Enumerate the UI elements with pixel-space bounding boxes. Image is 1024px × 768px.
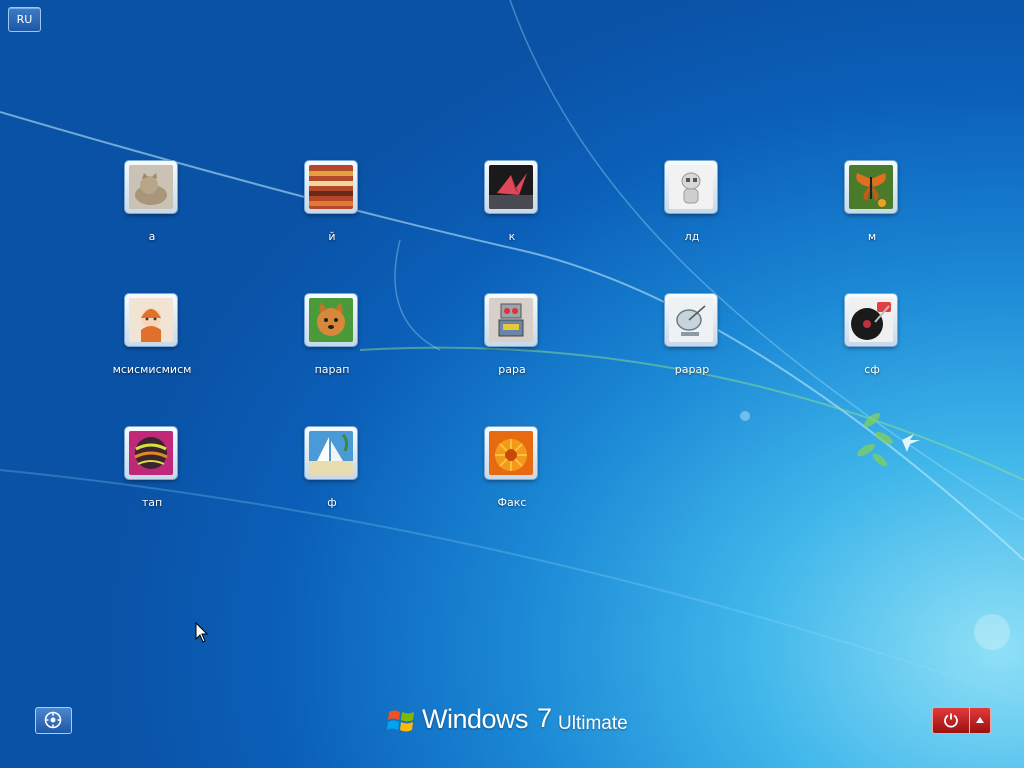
user-name[interactable]: м — [812, 230, 932, 243]
puppy-avatar-icon — [309, 298, 353, 342]
user-tile[interactable]: рарар — [632, 294, 752, 394]
user-name[interactable]: а — [92, 230, 212, 243]
shutdown-options-button[interactable] — [969, 708, 990, 733]
toy-robot-avatar-icon — [489, 298, 533, 342]
brand-edition: Ultimate — [558, 713, 628, 734]
mouse-cursor — [195, 622, 209, 643]
user-avatar[interactable] — [305, 161, 357, 213]
ball-avatar-icon — [129, 431, 173, 475]
user-tile[interactable]: рара — [452, 294, 572, 394]
user-tile[interactable]: тап — [92, 427, 212, 527]
butterfly-avatar-icon — [849, 165, 893, 209]
user-tile[interactable]: й — [272, 161, 392, 261]
user-name[interactable]: Факс — [452, 496, 572, 509]
user-name[interactable]: мсисмисмисм — [92, 363, 212, 376]
bird-icon — [902, 434, 920, 452]
user-name[interactable]: ф — [272, 496, 392, 509]
user-name[interactable]: рарар — [632, 363, 752, 376]
paper-crane-avatar-icon — [489, 165, 533, 209]
user-avatar[interactable] — [665, 294, 717, 346]
user-avatar[interactable] — [125, 161, 177, 213]
user-avatar[interactable] — [485, 294, 537, 346]
user-avatar[interactable] — [305, 427, 357, 479]
user-name[interactable]: тап — [92, 496, 212, 509]
user-avatar[interactable] — [665, 161, 717, 213]
user-name[interactable]: рара — [452, 363, 572, 376]
user-avatar[interactable] — [125, 294, 177, 346]
user-name[interactable]: лд — [632, 230, 752, 243]
leaves-decoration — [857, 412, 893, 467]
user-name[interactable]: й — [272, 230, 392, 243]
brand-name: Windows — [422, 704, 529, 734]
arrow-up-icon — [976, 717, 984, 723]
user-tile[interactable]: парап — [272, 294, 392, 394]
shutdown-button[interactable] — [933, 708, 969, 733]
user-avatar[interactable] — [485, 427, 537, 479]
ease-of-access-button[interactable] — [35, 707, 72, 734]
doll-avatar-icon — [129, 298, 173, 342]
user-tile[interactable]: ф — [272, 427, 392, 527]
user-tile[interactable]: к — [452, 161, 572, 261]
language-button[interactable]: RU — [8, 7, 41, 32]
user-avatar[interactable] — [485, 161, 537, 213]
power-icon — [944, 713, 958, 728]
sailboat-avatar-icon — [309, 431, 353, 475]
kitten-avatar-icon — [129, 165, 173, 209]
user-avatar[interactable] — [305, 294, 357, 346]
user-name[interactable]: к — [452, 230, 572, 243]
striped-fabric-avatar-icon — [309, 165, 353, 209]
user-tile[interactable]: Факс — [452, 427, 572, 527]
user-tile[interactable]: лд — [632, 161, 752, 261]
user-avatar[interactable] — [125, 427, 177, 479]
orange-flower-avatar-icon — [489, 431, 533, 475]
satellite-dish-avatar-icon — [669, 298, 713, 342]
robot-figure-avatar-icon — [669, 165, 713, 209]
turntable-avatar-icon — [849, 298, 893, 342]
power-controls — [932, 707, 991, 734]
user-tile[interactable]: м — [812, 161, 932, 261]
user-tile[interactable]: а — [92, 161, 212, 261]
user-name[interactable]: сф — [812, 363, 932, 376]
user-avatar[interactable] — [845, 294, 897, 346]
windows-flag-icon — [387, 710, 414, 732]
user-name[interactable]: парап — [272, 363, 392, 376]
brand-version: 7 — [537, 703, 553, 733]
user-avatar[interactable] — [845, 161, 897, 213]
user-tile[interactable]: сф — [812, 294, 932, 394]
user-tile[interactable]: мсисмисмисм — [92, 294, 212, 394]
ease-of-access-icon — [44, 711, 62, 729]
